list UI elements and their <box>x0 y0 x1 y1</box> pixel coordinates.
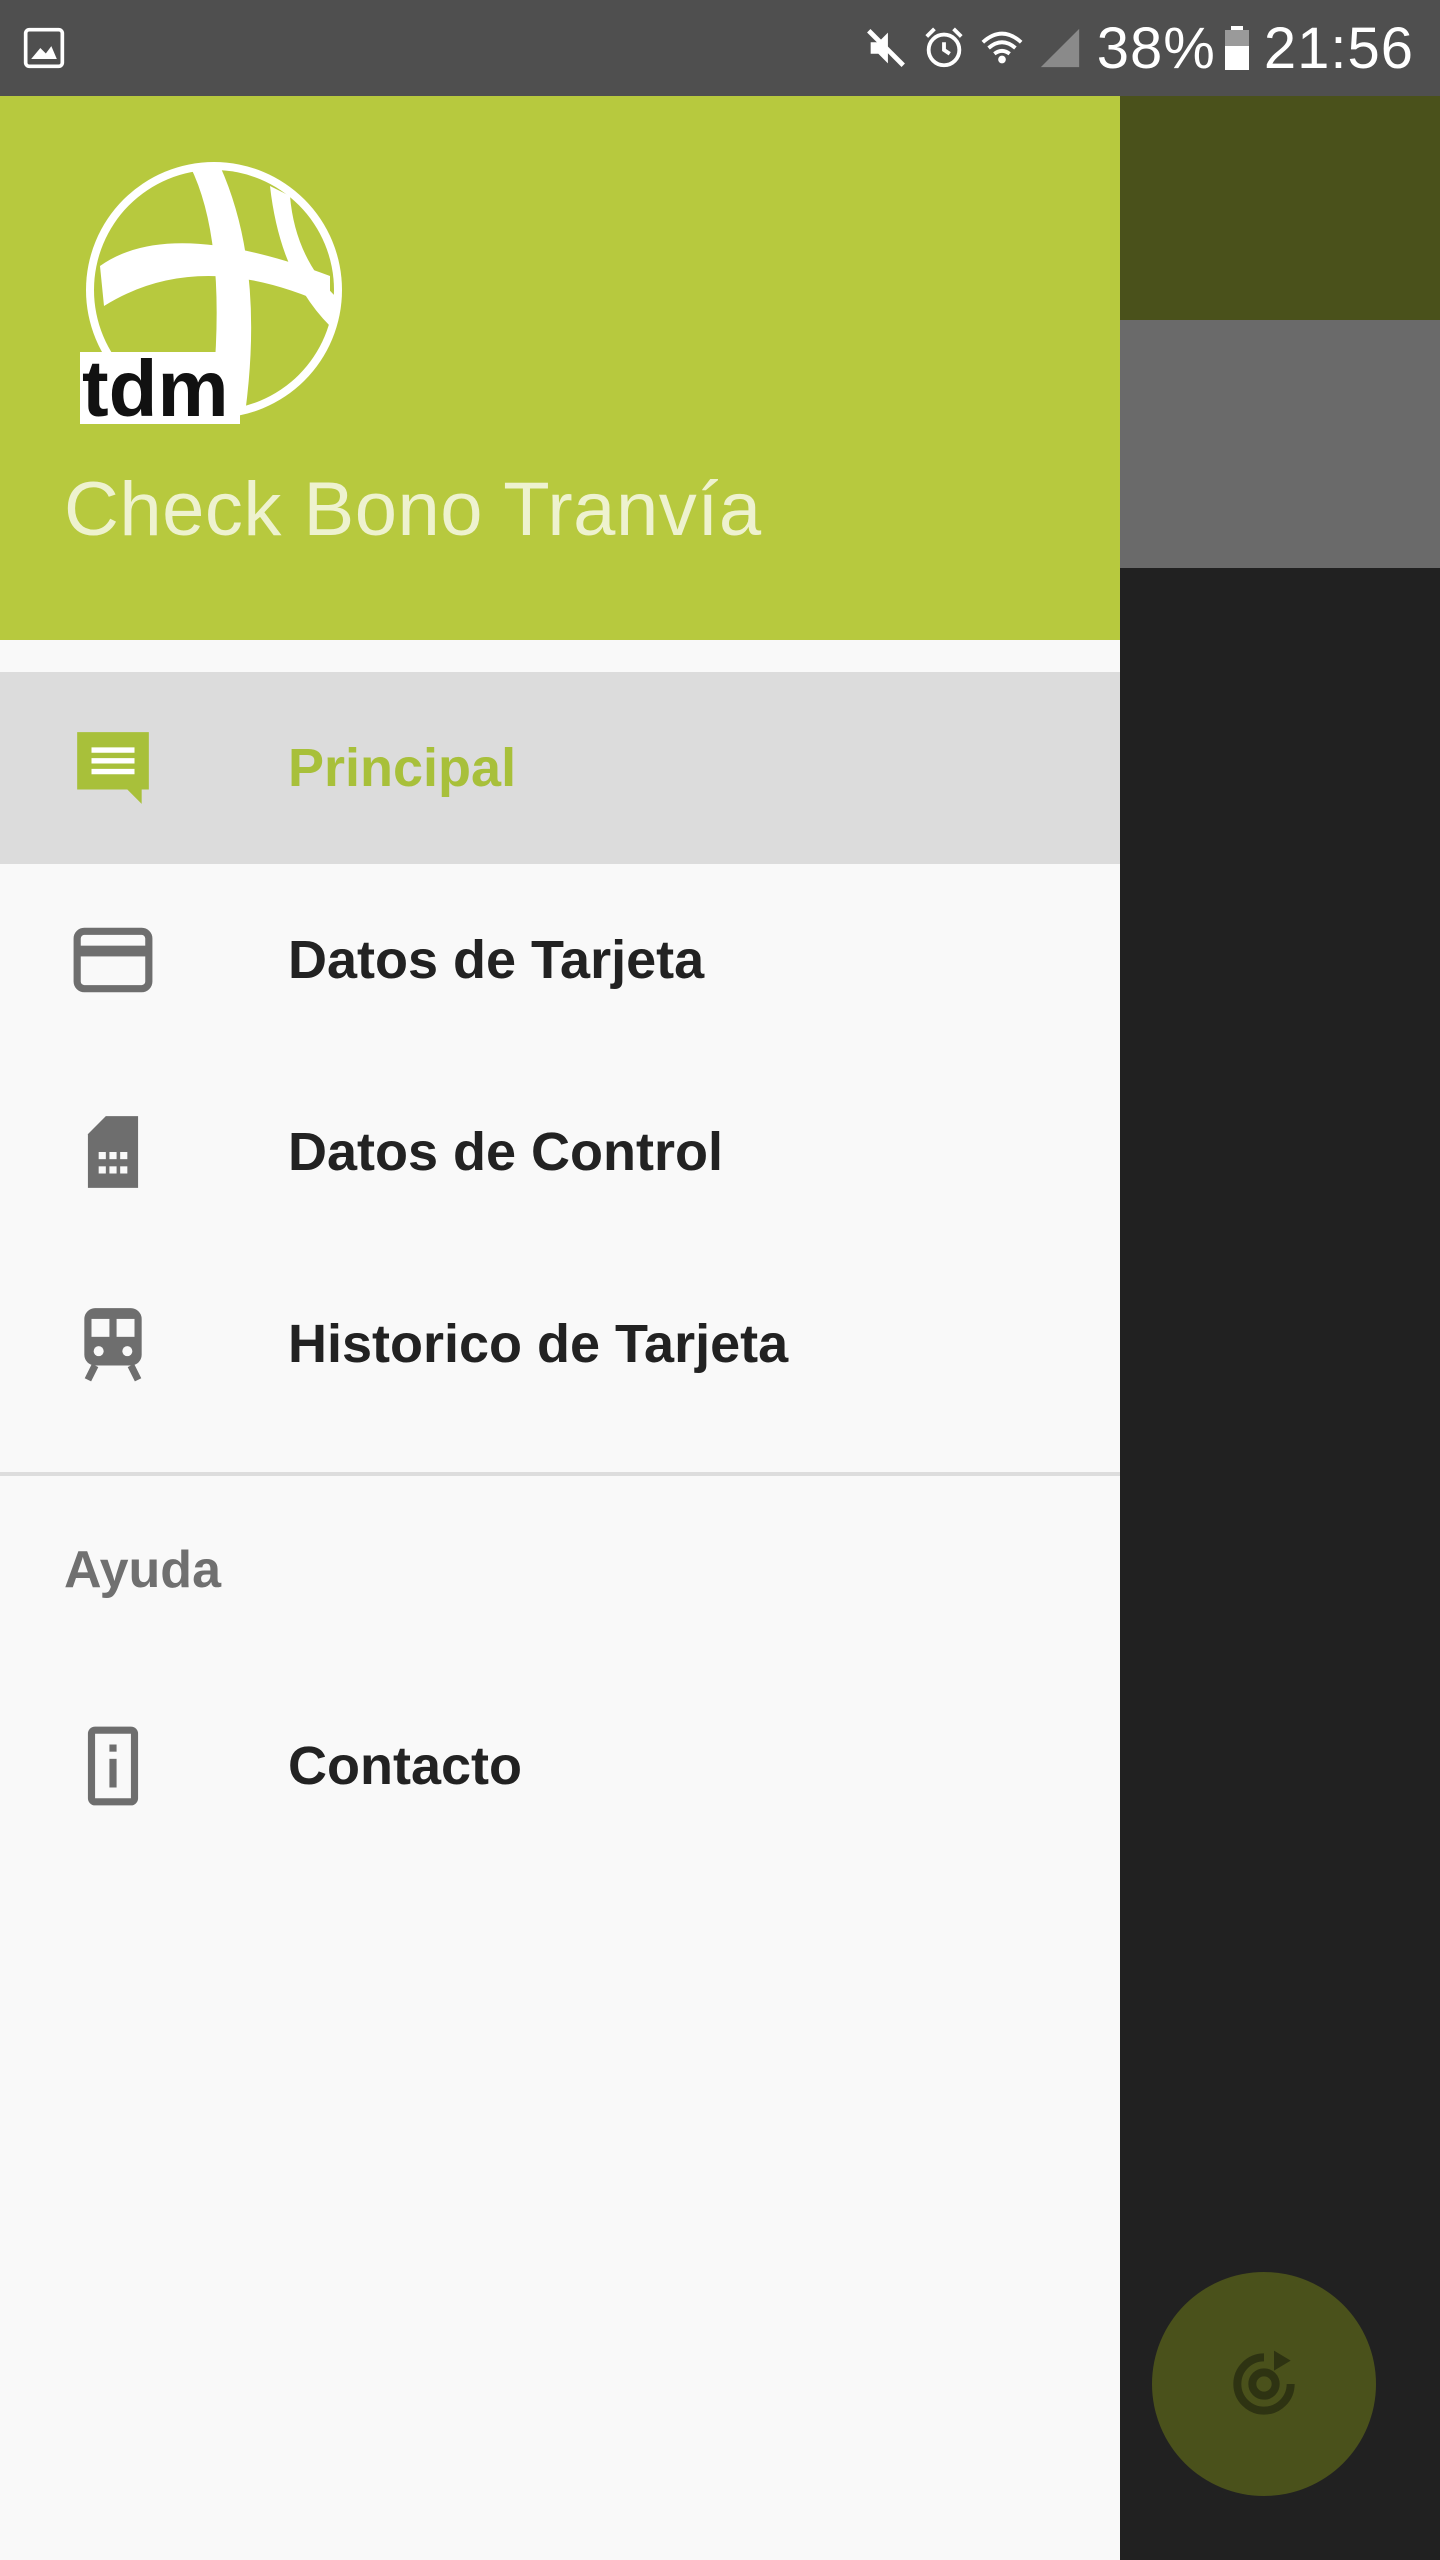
message-icon <box>77 732 149 804</box>
menu-item-label: Historico de Tarjeta <box>288 1314 789 1374</box>
menu-item-datos-de-control[interactable]: Datos de Control <box>0 1056 1120 1248</box>
background-content <box>1120 568 1440 2560</box>
status-bar: 38% 21:56 <box>0 0 1440 96</box>
help-menu-list: Contacto <box>0 1670 1120 1862</box>
refresh-icon <box>1233 2350 1295 2415</box>
info-icon <box>87 1726 139 1806</box>
menu-item-historico-de-tarjeta[interactable]: Historico de Tarjeta <box>0 1248 1120 1440</box>
signal-icon <box>1040 28 1079 68</box>
drawer-divider <box>0 1472 1120 1476</box>
alarm-icon <box>925 27 963 68</box>
menu-item-label: Datos de Tarjeta <box>288 930 705 990</box>
logo-text: tdm <box>82 344 229 424</box>
menu-item-contacto[interactable]: Contacto <box>0 1670 1120 1862</box>
battery-icon <box>1224 26 1249 70</box>
battery-percent: 38% <box>1096 15 1216 81</box>
menu-item-label: Datos de Control <box>288 1122 724 1182</box>
clock: 21:56 <box>1263 15 1414 81</box>
drawer-header: tdm Check Bono Tranvía <box>0 96 1120 640</box>
tdm-logo: tdm <box>80 162 342 424</box>
background-banner <box>1120 320 1440 568</box>
credit-card-icon <box>73 927 153 993</box>
section-header-ayuda: Ayuda <box>64 1541 221 1599</box>
train-icon <box>84 1308 142 1382</box>
menu-item-label: Contacto <box>288 1736 522 1796</box>
mute-icon <box>866 29 905 67</box>
drawer-menu-list: Principal Datos de Tarjeta Datos de Cont… <box>0 672 1120 1440</box>
background-toolbar <box>1120 96 1440 320</box>
app-title: Check Bono Tranvía <box>64 467 762 552</box>
refresh-fab[interactable] <box>1152 2272 1376 2496</box>
image-icon <box>23 27 65 69</box>
menu-item-principal[interactable]: Principal <box>0 672 1120 864</box>
menu-item-datos-de-tarjeta[interactable]: Datos de Tarjeta <box>0 864 1120 1056</box>
sim-card-icon <box>87 1116 139 1188</box>
menu-item-label: Principal <box>288 738 517 798</box>
wifi-icon <box>981 31 1023 64</box>
